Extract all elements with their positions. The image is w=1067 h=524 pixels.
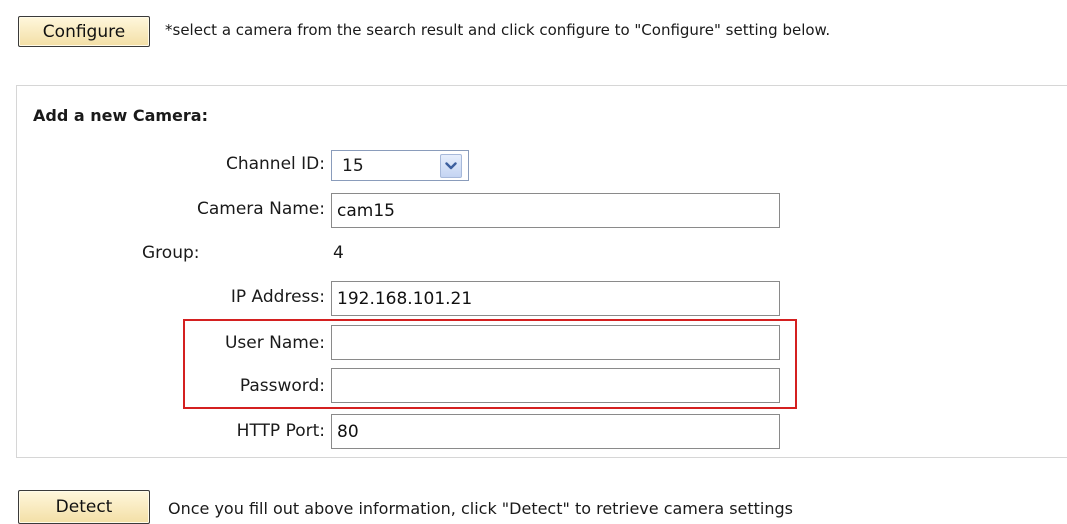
http-port-label: HTTP Port: <box>236 421 325 441</box>
channel-id-label: Channel ID: <box>225 154 325 174</box>
configure-instructions: *select a camera from the search result … <box>165 21 831 39</box>
ip-address-label: IP Address: <box>230 287 325 307</box>
credentials-highlight <box>183 319 797 409</box>
chevron-down-icon[interactable] <box>440 153 462 178</box>
ip-address-field[interactable] <box>331 281 780 316</box>
group-label: Group: <box>142 243 200 263</box>
detect-instructions: Once you fill out above information, cli… <box>168 499 794 518</box>
channel-id-select[interactable]: 15 <box>331 150 469 181</box>
detect-button[interactable]: Detect <box>18 490 150 524</box>
camera-name-label: Camera Name: <box>197 199 325 219</box>
http-port-field[interactable] <box>331 414 780 449</box>
camera-name-field[interactable] <box>331 193 780 228</box>
section-title: Add a new Camera: <box>33 106 208 125</box>
configure-button[interactable]: Configure <box>18 16 150 47</box>
group-value: 4 <box>333 243 344 263</box>
channel-id-value: 15 <box>342 155 364 176</box>
